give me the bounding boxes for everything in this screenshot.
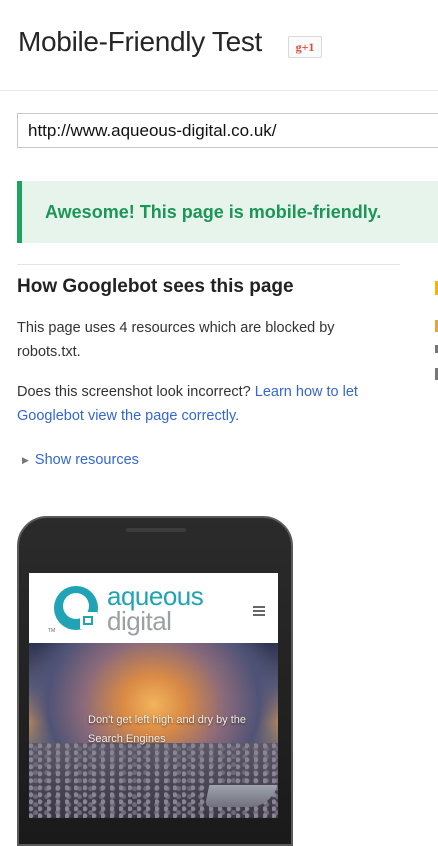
page-title: Mobile-Friendly Test	[18, 26, 263, 57]
logo-text-digital: digital	[107, 606, 172, 636]
blocked-resources-text: This page uses 4 resources which are blo…	[17, 320, 335, 360]
hamburger-menu-icon[interactable]	[253, 606, 265, 616]
section-divider	[17, 264, 400, 265]
mobile-preview-screen: TM aqueous digital Don't get left high a…	[29, 573, 278, 818]
page-header: Mobile-Friendly Test g+1	[0, 0, 438, 91]
googlebot-heading: How Googlebot sees this page	[17, 276, 294, 297]
url-input[interactable]	[17, 113, 438, 148]
aqueous-logo-icon	[54, 586, 98, 630]
google-plus-one-button[interactable]: g+1	[288, 36, 322, 58]
phone-speaker	[126, 528, 186, 532]
preview-site-header: TM aqueous digital	[29, 573, 278, 643]
result-message: Awesome! This page is mobile-friendly.	[45, 201, 382, 222]
incorrect-screenshot-text: Does this screenshot look incorrect? Lea…	[17, 380, 407, 428]
mobile-friendly-result-banner: Awesome! This page is mobile-friendly.	[17, 181, 438, 243]
hero-tagline: Don't get left high and dry by the Searc…	[88, 714, 247, 745]
show-resources-label: Show resources	[34, 452, 139, 468]
trademark-symbol: TM	[48, 628, 56, 634]
question-text: Does this screenshot look incorrect?	[17, 384, 251, 400]
show-resources-toggle[interactable]: ▶ Show resources	[22, 452, 139, 468]
triangle-right-icon: ▶	[22, 454, 29, 465]
